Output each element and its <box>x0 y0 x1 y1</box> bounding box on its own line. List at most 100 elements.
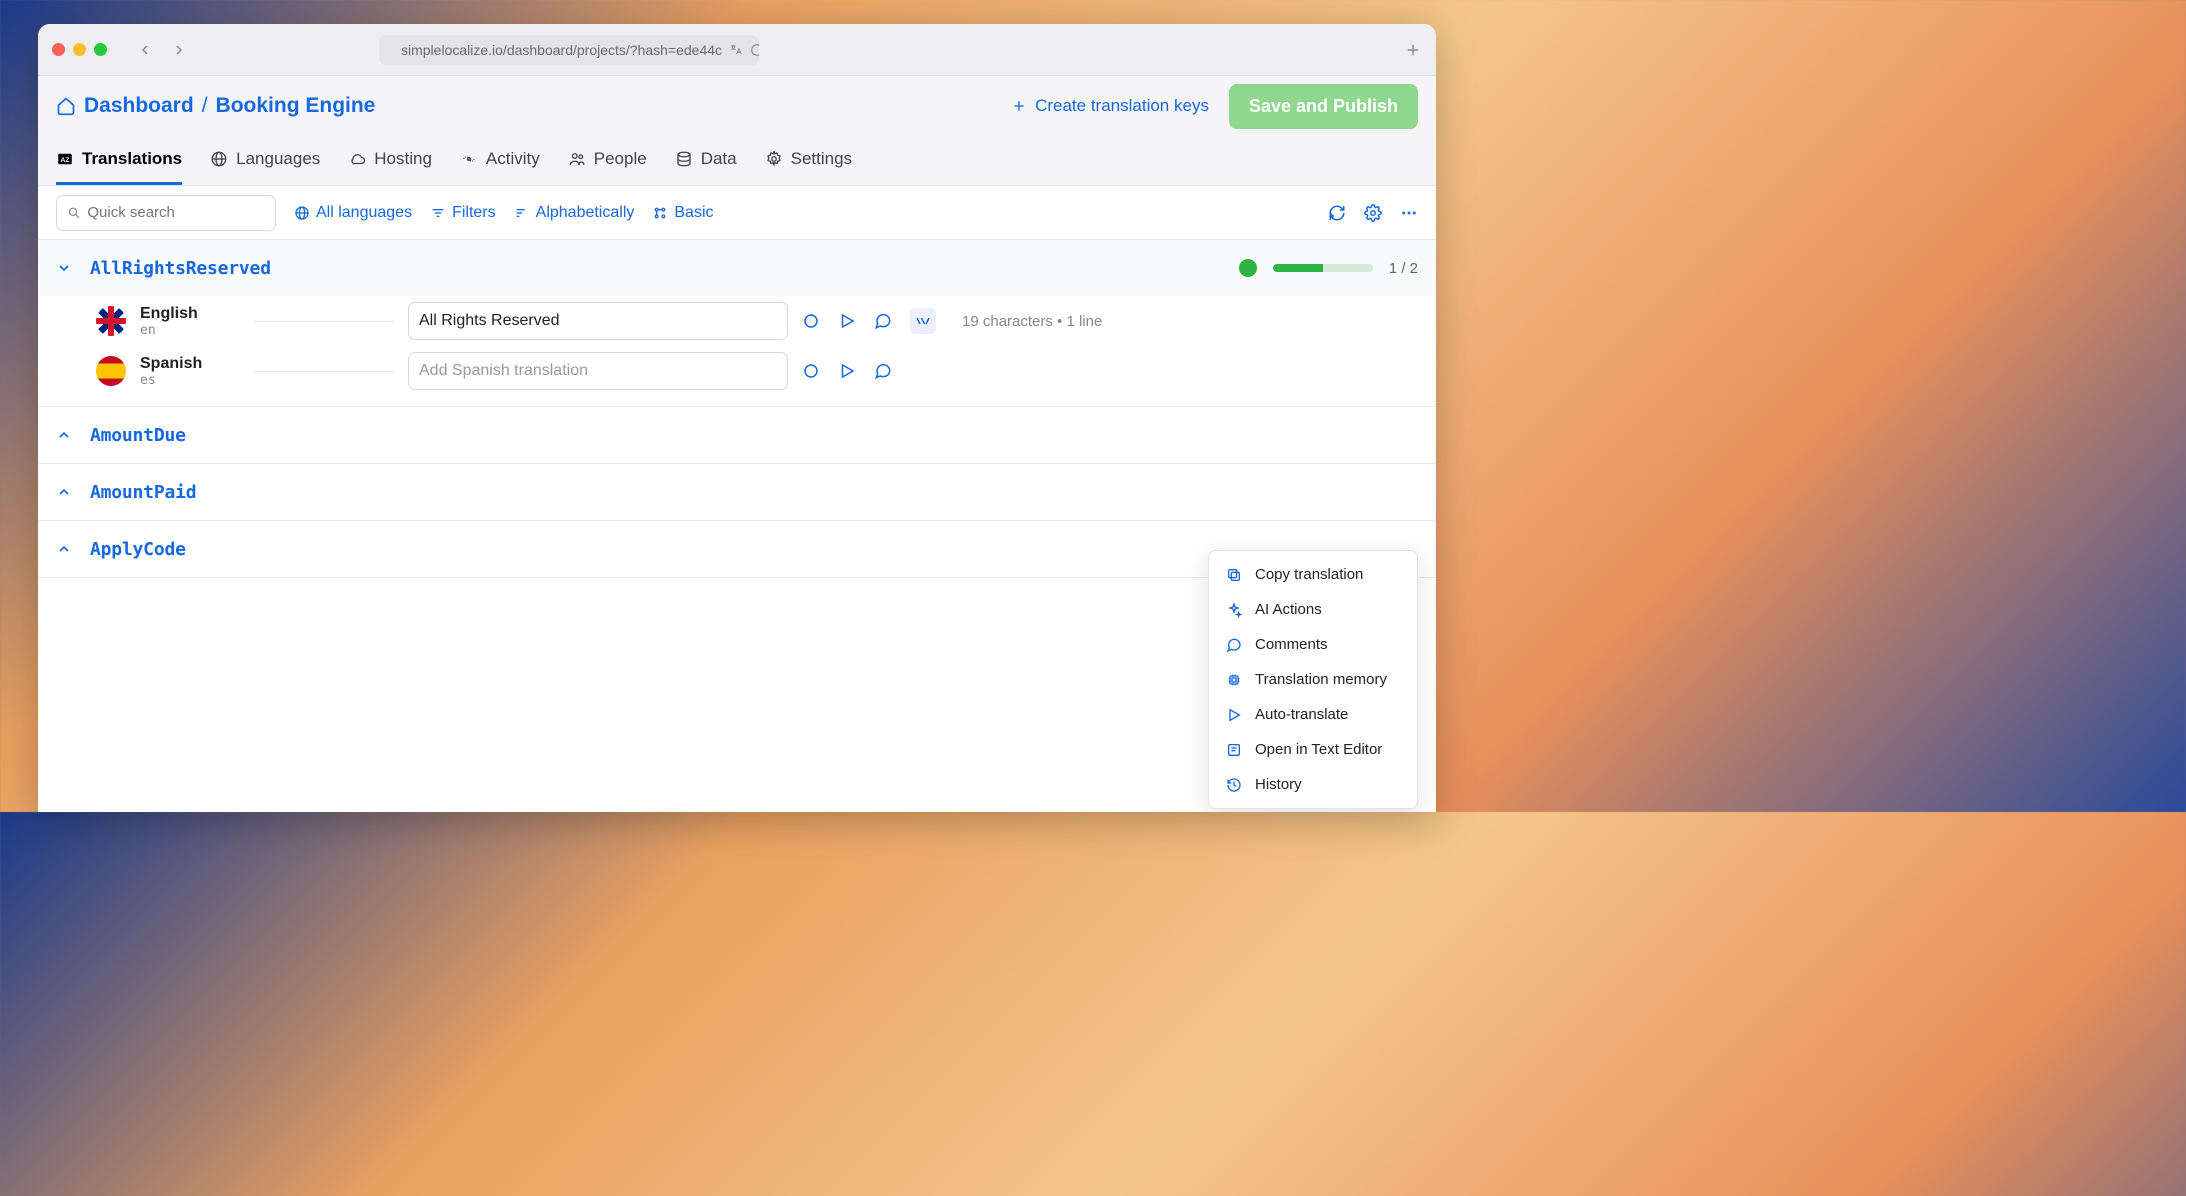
svg-text:AZ: AZ <box>61 157 70 164</box>
window-close-dot[interactable] <box>52 43 65 56</box>
translation-row-es: Spanish es <box>38 346 1436 406</box>
chevron-up-icon <box>56 427 74 443</box>
home-icon[interactable] <box>56 96 76 116</box>
menu-translation-memory[interactable]: Translation memory <box>1209 662 1417 697</box>
forward-button[interactable] <box>171 42 187 58</box>
play-icon <box>1225 707 1243 723</box>
menu-auto-translate[interactable]: Auto-translate <box>1209 697 1417 732</box>
gear-icon <box>765 150 783 168</box>
flag-uk-icon <box>96 306 126 336</box>
sparkle-icon <box>1225 602 1243 618</box>
window-zoom-dot[interactable] <box>94 43 107 56</box>
nav-arrows <box>137 42 187 58</box>
back-button[interactable] <box>137 42 153 58</box>
context-menu: Copy translation AI Actions Comments Tra… <box>1208 550 1418 809</box>
translation-input-es[interactable] <box>408 352 788 390</box>
globe-icon <box>210 150 228 168</box>
tab-settings[interactable]: Settings <box>765 136 852 185</box>
row-actions <box>802 308 936 334</box>
tabs-row: AZ Translations Languages Hosting Activi… <box>38 136 1436 186</box>
refresh-button[interactable] <box>1328 204 1346 222</box>
sort-button[interactable]: Alphabetically <box>514 204 635 222</box>
view-button[interactable]: Basic <box>652 204 713 222</box>
dashboard-link[interactable]: Dashboard <box>84 94 194 118</box>
app-header: Dashboard / Booking Engine Create transl… <box>38 76 1436 136</box>
language-info: Spanish es <box>140 355 240 388</box>
divider <box>254 321 394 322</box>
status-circle-icon[interactable] <box>802 362 820 380</box>
progress-fill <box>1273 264 1323 272</box>
progress-text: 1 / 2 <box>1389 260 1418 277</box>
key-header[interactable]: AmountPaid <box>38 464 1436 520</box>
translations-icon: AZ <box>56 150 74 168</box>
translation-row-en: English en 19 characters • 1 line <box>38 296 1436 346</box>
translate-icon[interactable] <box>728 43 744 57</box>
search-icon <box>67 205 81 221</box>
key-row-collapsed: AmountPaid <box>38 464 1436 521</box>
progress-bar <box>1273 264 1373 272</box>
url-bar[interactable]: simplelocalize.io/dashboard/projects/?ha… <box>379 35 759 65</box>
project-name: Booking Engine <box>216 94 376 118</box>
tab-hosting[interactable]: Hosting <box>348 136 432 185</box>
settings-icon-button[interactable] <box>1364 204 1382 222</box>
save-publish-button[interactable]: Save and Publish <box>1229 84 1418 129</box>
language-name: Spanish <box>140 355 240 373</box>
filters-button[interactable]: Filters <box>430 204 496 222</box>
language-code: es <box>140 373 240 388</box>
key-row-expanded: AllRightsReserved 1 / 2 English en <box>38 240 1436 407</box>
menu-copy-translation[interactable]: Copy translation <box>1209 557 1417 592</box>
copy-icon <box>1225 567 1243 583</box>
search-input[interactable] <box>87 204 265 221</box>
comment-icon[interactable] <box>874 312 892 330</box>
language-info: English en <box>140 305 240 338</box>
breadcrumb: Dashboard / Booking Engine <box>56 94 375 118</box>
menu-ai-actions[interactable]: AI Actions <box>1209 592 1417 627</box>
key-name: AmountPaid <box>90 482 196 503</box>
status-dot <box>1239 259 1257 277</box>
chevron-up-icon <box>56 484 74 500</box>
flag-es-icon <box>96 356 126 386</box>
divider <box>254 371 394 372</box>
database-icon <box>675 150 693 168</box>
create-keys-button[interactable]: Create translation keys <box>1011 96 1209 116</box>
key-name: ApplyCode <box>90 539 186 560</box>
more-button[interactable] <box>1400 204 1418 222</box>
tab-activity[interactable]: Activity <box>460 136 540 185</box>
menu-comments[interactable]: Comments <box>1209 627 1417 662</box>
key-header[interactable]: AmountDue <box>38 407 1436 463</box>
search-box[interactable] <box>56 195 276 231</box>
toolbar-row: All languages Filters Alphabetically Bas… <box>38 186 1436 240</box>
tab-data[interactable]: Data <box>675 136 737 185</box>
status-circle-icon[interactable] <box>802 312 820 330</box>
chip-icon <box>1225 672 1243 688</box>
comment-icon[interactable] <box>874 362 892 380</box>
tab-people[interactable]: People <box>568 136 647 185</box>
traffic-lights <box>52 43 107 56</box>
globe-icon <box>294 205 310 221</box>
key-header[interactable]: AllRightsReserved 1 / 2 <box>38 240 1436 296</box>
create-keys-label: Create translation keys <box>1035 96 1209 116</box>
key-name: AmountDue <box>90 425 186 446</box>
sort-icon <box>514 205 530 221</box>
new-tab-button[interactable] <box>1404 41 1422 59</box>
reload-icon[interactable] <box>750 43 759 57</box>
activity-icon <box>460 150 478 168</box>
url-text: simplelocalize.io/dashboard/projects/?ha… <box>401 42 722 58</box>
char-info: 19 characters • 1 line <box>962 313 1102 330</box>
play-icon[interactable] <box>838 312 856 330</box>
row-actions <box>802 362 892 380</box>
menu-history[interactable]: History <box>1209 767 1417 802</box>
play-icon[interactable] <box>838 362 856 380</box>
translation-input-en[interactable] <box>408 302 788 340</box>
tab-translations[interactable]: AZ Translations <box>56 136 182 185</box>
tab-languages[interactable]: Languages <box>210 136 320 185</box>
options-icon[interactable] <box>910 308 936 334</box>
window-minimize-dot[interactable] <box>73 43 86 56</box>
all-languages-filter[interactable]: All languages <box>294 204 412 222</box>
chevron-down-icon <box>56 260 74 276</box>
language-code: en <box>140 323 240 338</box>
chevron-up-icon <box>56 541 74 557</box>
editor-icon <box>1225 742 1243 758</box>
menu-open-text-editor[interactable]: Open in Text Editor <box>1209 732 1417 767</box>
content-area: AllRightsReserved 1 / 2 English en <box>38 240 1436 812</box>
